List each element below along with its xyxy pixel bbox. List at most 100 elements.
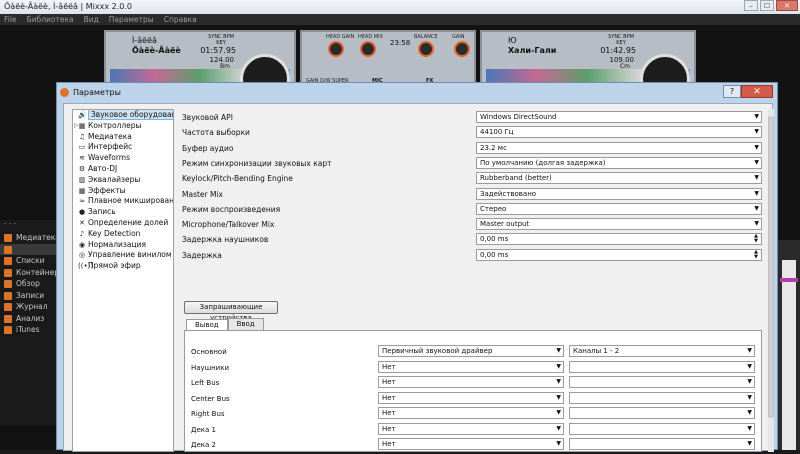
close-button[interactable]: ✕ bbox=[776, 0, 798, 11]
dialog-controls: ? ✕ bbox=[723, 85, 773, 98]
nav-item[interactable]: ▷ ▦ Контроллеры bbox=[73, 121, 173, 132]
crossfade-icon: ≈ bbox=[79, 197, 85, 206]
output-row: Left Bus Нет ▼ ▼ bbox=[185, 376, 763, 389]
library-item[interactable] bbox=[0, 243, 58, 255]
nav-item[interactable]: ≋ Waveforms bbox=[73, 153, 173, 164]
nav-item[interactable]: ≈Плавное микширование bbox=[73, 196, 173, 207]
speaker-icon: 🔊 bbox=[78, 111, 87, 119]
dialog-close-button[interactable]: ✕ bbox=[741, 85, 773, 98]
library-scrollbar[interactable] bbox=[782, 260, 796, 450]
combobox-value: Master output bbox=[480, 220, 530, 229]
menu-help[interactable]: Справка bbox=[164, 14, 197, 25]
maximize-button[interactable]: ☐ bbox=[760, 0, 774, 11]
deck-left-sync-bpm-key[interactable]: SYNC BPM KEY bbox=[206, 34, 236, 56]
output-channels-combobox[interactable]: ▼ bbox=[569, 407, 755, 419]
nav-item[interactable]: ● Запись bbox=[73, 207, 173, 218]
gain-knob[interactable] bbox=[454, 41, 470, 57]
nav-item-label: Waveforms bbox=[88, 153, 130, 163]
setting-label: Звуковой API bbox=[182, 113, 233, 122]
nav-item[interactable]: 🔊Звуковое оборудование bbox=[73, 110, 173, 121]
library-item[interactable]: Обзор bbox=[0, 278, 58, 290]
menu-file[interactable]: File bbox=[4, 14, 17, 25]
output-device-combobox[interactable]: Нет ▼ bbox=[378, 422, 564, 435]
output-device-combobox[interactable]: Нет ▼ bbox=[378, 360, 564, 373]
nav-item[interactable]: ♫ Медиатека bbox=[73, 132, 173, 143]
library-item[interactable]: iTunes bbox=[0, 324, 58, 336]
dialog-title-bar[interactable]: Параметры ? ✕ bbox=[57, 83, 777, 102]
setting-combobox[interactable]: Задействовано ▼ bbox=[476, 187, 762, 200]
library-item-label: Списки bbox=[16, 256, 45, 265]
library-header: - - - bbox=[4, 220, 17, 228]
settings-row: Режим воспроизведения Стерео ▼ bbox=[180, 202, 770, 216]
menu-view[interactable]: Вид bbox=[84, 14, 99, 25]
headgain-knob[interactable] bbox=[328, 41, 344, 57]
nav-item[interactable]: ((•)) Прямой эфир bbox=[73, 261, 173, 272]
setting-combobox[interactable]: 23.2 мс ▼ bbox=[476, 141, 762, 154]
nav-item-label: Запись bbox=[88, 207, 116, 217]
library-item[interactable]: Журнал bbox=[0, 301, 58, 313]
output-device-combobox[interactable]: Нет ▼ bbox=[378, 438, 564, 450]
effects-icon: ▦ bbox=[78, 186, 86, 195]
setting-spinbox[interactable]: 0,00 ms ▲ ▼ bbox=[476, 248, 762, 261]
output-device-value: Нет bbox=[382, 362, 396, 371]
settings-row: Буфер аудио 23.2 мс ▼ bbox=[180, 141, 770, 155]
library-item-label: Обзор bbox=[16, 279, 40, 288]
setting-combobox[interactable]: Master output ▼ bbox=[476, 218, 762, 231]
query-devices-button[interactable]: Запрашивающие устройства bbox=[184, 301, 278, 322]
pane-scrollbar[interactable] bbox=[768, 109, 774, 452]
tab-input[interactable]: Ввод bbox=[227, 318, 264, 330]
deck-right-sync-bpm-key[interactable]: SYNC BPM KEY bbox=[606, 34, 636, 56]
spinbox-value: 0,00 ms bbox=[480, 250, 509, 259]
nav-item[interactable]: ♪ Key Detection bbox=[73, 229, 173, 240]
nav-item[interactable]: ▦ Эффекты bbox=[73, 186, 173, 197]
setting-combobox[interactable]: 44100 Гц ▼ bbox=[476, 126, 762, 139]
balance-label: BALANCE bbox=[414, 34, 438, 40]
waveform-icon: ≋ bbox=[79, 154, 85, 163]
output-device-combobox[interactable]: Нет ▼ bbox=[378, 407, 564, 419]
setting-combobox[interactable]: Windows DirectSound ▼ bbox=[476, 111, 762, 123]
library-folder-icon bbox=[4, 234, 12, 242]
output-channels-combobox[interactable]: ▼ bbox=[569, 422, 755, 435]
nav-item-label: Управление винилом bbox=[88, 250, 172, 260]
spin-arrows-icon[interactable]: ▲ ▼ bbox=[752, 234, 760, 244]
output-channels-combobox[interactable]: ▼ bbox=[569, 391, 755, 404]
library-item[interactable]: Анализ bbox=[0, 313, 58, 325]
combobox-value: Стерео bbox=[480, 204, 507, 213]
headmix-knob[interactable] bbox=[360, 41, 376, 57]
balance-knob[interactable] bbox=[418, 41, 434, 57]
library-folder-icon bbox=[4, 268, 12, 277]
output-device-combobox[interactable]: Первичный звуковой драйвер ▼ bbox=[378, 345, 564, 357]
minimize-button[interactable]: – bbox=[744, 0, 758, 11]
library-folder-icon bbox=[4, 245, 12, 254]
output-channels-combobox[interactable]: ▼ bbox=[569, 376, 755, 388]
setting-combobox[interactable]: Стерео ▼ bbox=[476, 202, 762, 215]
nav-item[interactable]: ◎ Управление винилом bbox=[73, 250, 173, 261]
output-device-combobox[interactable]: Нет ▼ bbox=[378, 376, 564, 388]
library-item[interactable]: Медиатека bbox=[0, 232, 58, 244]
output-channels-combobox[interactable]: Каналы 1 - 2 ▼ bbox=[569, 345, 755, 357]
output-device-value: Нет bbox=[382, 393, 396, 402]
menu-options[interactable]: Параметры bbox=[109, 14, 154, 25]
menu-library[interactable]: Библиотека bbox=[27, 14, 74, 25]
library-item[interactable]: Записи bbox=[0, 290, 58, 302]
nav-item[interactable]: ◉ Нормализация bbox=[73, 240, 173, 251]
output-channels-combobox[interactable]: ▼ bbox=[569, 360, 755, 373]
chevron-down-icon: ▼ bbox=[556, 393, 561, 401]
output-device-combobox[interactable]: Нет ▼ bbox=[378, 391, 564, 404]
nav-item[interactable]: ▭ Интерфейс bbox=[73, 142, 173, 153]
setting-combobox[interactable]: Rubberband (better) ▼ bbox=[476, 172, 762, 185]
library-item[interactable]: Контейнеры bbox=[0, 267, 58, 279]
output-device-value: Первичный звуковой драйвер bbox=[382, 347, 493, 355]
setting-combobox[interactable]: По умолчанию (долгая задержка) ▼ bbox=[476, 156, 762, 169]
output-channels-combobox[interactable]: ▼ bbox=[569, 438, 755, 450]
nav-item[interactable]: ⚙ Авто-DJ bbox=[73, 164, 173, 175]
setting-spinbox[interactable]: 0,00 ms ▲ ▼ bbox=[476, 233, 762, 246]
nav-item[interactable]: ✕ Определение долей bbox=[73, 218, 173, 229]
library-item[interactable]: Списки bbox=[0, 255, 58, 267]
output-label: Дека 2 bbox=[191, 441, 216, 449]
help-button[interactable]: ? bbox=[723, 85, 741, 98]
chevron-down-icon: ▼ bbox=[754, 189, 759, 197]
spin-arrows-icon[interactable]: ▲ ▼ bbox=[752, 249, 760, 260]
nav-item[interactable]: ▥ Эквалайзеры bbox=[73, 175, 173, 186]
pane-scrollbar-graphic[interactable] bbox=[768, 109, 774, 452]
